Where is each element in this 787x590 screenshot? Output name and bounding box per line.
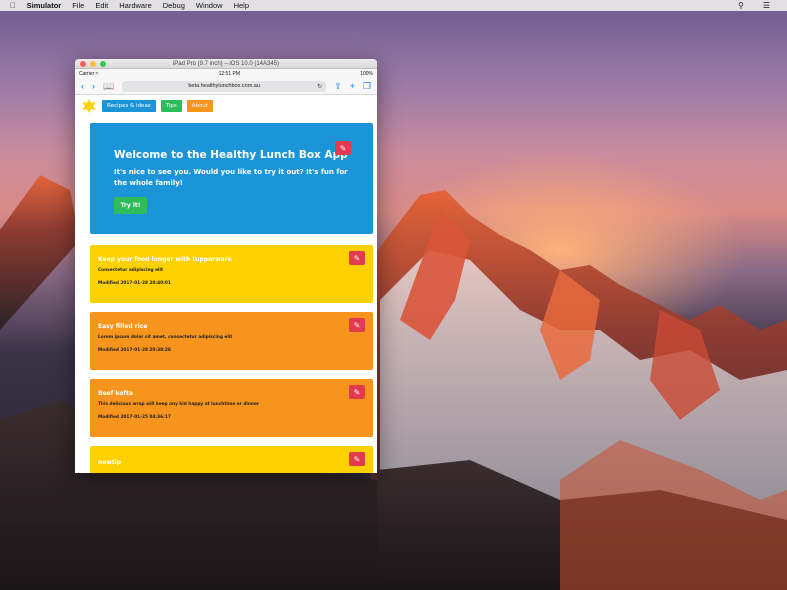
- welcome-text: It's nice to see you. Would you like to …: [114, 168, 348, 187]
- edit-icon[interactable]: ✎: [349, 318, 365, 332]
- card-description: This delicious wrap will keep any kid ha…: [98, 402, 260, 407]
- nav-recipes-button[interactable]: Recipes & ideas: [102, 100, 156, 112]
- safari-toolbar: ‹ › 📖 beta.healthylunchbox.com.au ↻ ⇪ + …: [75, 78, 377, 95]
- recipe-card[interactable]: Easy filled rice Lorem ipsum dolor sit a…: [90, 312, 373, 370]
- url-text: beta.healthylunchbox.com.au: [188, 83, 260, 89]
- window-title: iPad Pro (9.7 inch) – iOS 10.0 (14A345): [172, 60, 280, 67]
- card-modified: Modified 2017-01-28 20:40:01: [98, 281, 171, 286]
- menu-bar:  Simulator File Edit Hardware Debug Win…: [0, 0, 787, 11]
- menu-window[interactable]: Window: [196, 1, 223, 10]
- card-title: Easy filled rice: [98, 323, 148, 330]
- try-it-button[interactable]: Try it!: [114, 197, 147, 214]
- edit-icon[interactable]: ✎: [349, 251, 365, 265]
- ios-status-bar: Carrier ≈ 12:51 PM 100%: [75, 69, 377, 78]
- reload-icon[interactable]: ↻: [317, 83, 322, 90]
- share-icon[interactable]: ⇪: [334, 81, 342, 91]
- bookmarks-icon[interactable]: 📖: [103, 81, 114, 91]
- battery-label: 100%: [360, 70, 373, 77]
- recipe-card[interactable]: Beef kofta This delicious wrap will keep…: [90, 379, 373, 437]
- window-titlebar: iPad Pro (9.7 inch) – iOS 10.0 (14A345): [75, 59, 377, 69]
- clock-label: 12:51 PM: [218, 70, 241, 77]
- site-nav: Recipes & ideas Tips About: [75, 95, 377, 117]
- welcome-title: Welcome to the Healthy Lunch Box App: [114, 149, 348, 161]
- healthy-lunchbox-logo[interactable]: [81, 98, 97, 114]
- edit-icon[interactable]: ✎: [349, 452, 365, 466]
- tabs-icon[interactable]: ❐: [363, 81, 371, 91]
- menu-file[interactable]: File: [72, 1, 84, 10]
- card-description: Consectetur adipiscing elit: [98, 268, 163, 273]
- menu-app-name[interactable]: Simulator: [27, 1, 62, 10]
- address-bar[interactable]: beta.healthylunchbox.com.au ↻: [122, 80, 327, 92]
- page-content: Welcome to the Healthy Lunch Box App It'…: [75, 117, 377, 473]
- edit-icon[interactable]: ✎: [349, 385, 365, 399]
- card-title: Beef kofta: [98, 390, 133, 397]
- card-description: Lorem ipsum dolor sit amet, consectetur …: [98, 335, 233, 340]
- card-title: newtip: [98, 459, 122, 466]
- nav-about-button[interactable]: About: [186, 100, 214, 112]
- menu-help[interactable]: Help: [234, 1, 249, 10]
- new-tab-icon[interactable]: +: [350, 81, 355, 91]
- menu-debug[interactable]: Debug: [163, 1, 185, 10]
- carrier-label: Carrier ≈: [79, 70, 99, 77]
- tip-card[interactable]: Keep your food longer with tupperware Co…: [90, 245, 373, 303]
- menu-edit[interactable]: Edit: [95, 1, 108, 10]
- card-title: Keep your food longer with tupperware: [98, 256, 232, 263]
- forward-icon[interactable]: ›: [92, 81, 95, 91]
- card-modified: Modified 2017-01-28 20:38:28: [98, 348, 171, 353]
- search-icon[interactable]: ⚲: [738, 1, 744, 10]
- welcome-panel: Welcome to the Healthy Lunch Box App It'…: [90, 123, 373, 234]
- nav-tips-button[interactable]: Tips: [160, 100, 182, 112]
- edit-icon[interactable]: ✎: [335, 141, 351, 155]
- card-modified: Modified 2017-01-25 04:36:17: [98, 415, 171, 420]
- tip-card[interactable]: newtip ✎: [90, 446, 373, 473]
- menu-hardware[interactable]: Hardware: [119, 1, 152, 10]
- back-icon[interactable]: ‹: [81, 81, 84, 91]
- simulator-window: iPad Pro (9.7 inch) – iOS 10.0 (14A345) …: [75, 59, 377, 473]
- apple-icon[interactable]: : [10, 1, 16, 10]
- list-icon[interactable]: ☰: [763, 1, 770, 10]
